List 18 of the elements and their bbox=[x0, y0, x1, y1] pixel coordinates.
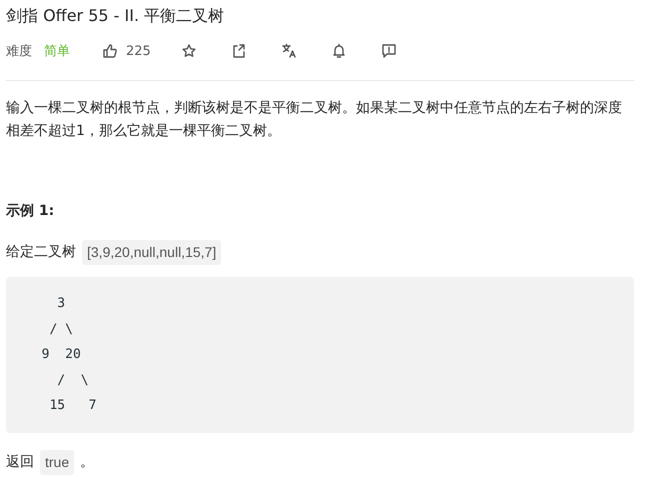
bell-icon[interactable] bbox=[330, 43, 347, 59]
given-label: 给定二叉树 bbox=[6, 243, 76, 262]
return-label: 返回 bbox=[6, 452, 34, 472]
feedback-icon[interactable] bbox=[380, 43, 397, 59]
thumbs-up-icon bbox=[102, 43, 118, 59]
code-block: 3 / \ 9 20 / \ 15 7 bbox=[6, 277, 634, 432]
translate-icon[interactable] bbox=[280, 43, 297, 59]
inline-code: true bbox=[40, 450, 74, 474]
description-text: 输入一棵二叉树的根节点，判断该树是不是平衡二叉树。如果某二叉树中任意节点的左右子树的深度相差不超过1，那么它就是一棵平衡二叉树。 bbox=[6, 99, 623, 141]
example-heading: 示例 1: bbox=[6, 202, 56, 221]
difficulty-label: 难度 bbox=[6, 43, 32, 60]
difficulty-value: 简单 bbox=[44, 43, 70, 60]
star-icon[interactable] bbox=[180, 43, 197, 59]
share-icon[interactable] bbox=[230, 43, 247, 59]
period-text: 。 bbox=[80, 452, 94, 472]
inline-code: [3,9,20,null,null,15,7] bbox=[82, 240, 222, 265]
like-button[interactable]: 225 bbox=[102, 43, 151, 59]
problem-title: 剑指 Offer 55 - II. 平衡二叉树 bbox=[6, 5, 226, 27]
